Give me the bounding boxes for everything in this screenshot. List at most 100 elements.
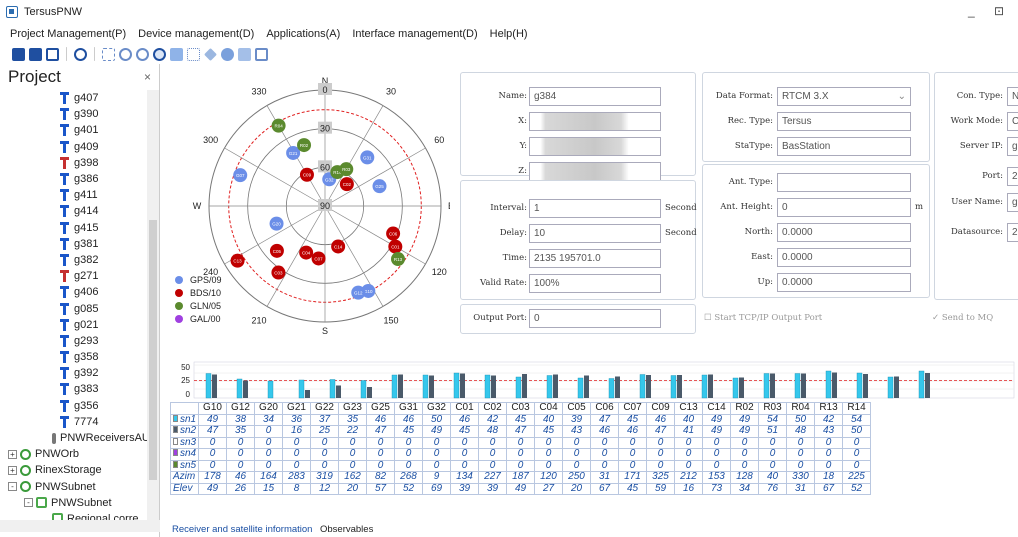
tree-item[interactable]: PNWReceiversAUS bbox=[0, 430, 147, 446]
document-icon[interactable] bbox=[238, 47, 251, 61]
table-cell: 34 bbox=[254, 413, 283, 426]
up-field[interactable]: 0.0000 bbox=[777, 273, 911, 292]
table-cell: 0 bbox=[310, 459, 339, 472]
tree-item[interactable]: g411 bbox=[0, 187, 147, 203]
zoom-out-icon[interactable] bbox=[136, 47, 149, 61]
z-field[interactable] bbox=[529, 162, 661, 181]
output-port-field[interactable]: 0 bbox=[529, 309, 661, 328]
zoom-extent-icon[interactable] bbox=[102, 47, 115, 61]
open-folder-icon[interactable] bbox=[29, 47, 42, 61]
tree-item[interactable]: g390 bbox=[0, 106, 147, 122]
rec-type-field[interactable]: Tersus bbox=[777, 112, 911, 131]
tree-vertical-scrollbar[interactable] bbox=[147, 90, 159, 520]
table-cell: 16 bbox=[674, 482, 703, 495]
tree-item[interactable]: g356 bbox=[0, 398, 147, 414]
pan-icon[interactable] bbox=[187, 47, 200, 61]
circle-icon[interactable] bbox=[221, 47, 234, 61]
title-bar: TersusPNW _ ⊡ bbox=[0, 0, 1018, 24]
work-mode-field[interactable]: C bbox=[1007, 112, 1018, 131]
tree-item[interactable]: Regional corre bbox=[0, 511, 147, 520]
row-name-cell: Elev bbox=[170, 482, 199, 495]
expand-icon[interactable]: + bbox=[8, 449, 17, 459]
menu-help[interactable]: Help(H) bbox=[490, 28, 528, 40]
tree-item[interactable]: g382 bbox=[0, 252, 147, 268]
tree-item[interactable]: g085 bbox=[0, 300, 147, 316]
tree-item[interactable]: g381 bbox=[0, 236, 147, 252]
coordinates-group: Name: g384 X: Y: Z: bbox=[460, 72, 696, 181]
table-cell: 0 bbox=[310, 436, 339, 449]
valid-rate-field[interactable]: 100% bbox=[529, 274, 661, 293]
ant-height-field[interactable]: 0 bbox=[777, 198, 911, 217]
time-field[interactable]: 2135 195701.0 bbox=[529, 249, 661, 268]
snr-bar-sn2 bbox=[925, 373, 930, 398]
table-cell: 31 bbox=[590, 471, 619, 484]
tree-horizontal-scrollbar[interactable] bbox=[0, 520, 160, 532]
tree-item[interactable]: - PNWSubnet bbox=[0, 495, 147, 511]
collapse-icon[interactable]: - bbox=[24, 498, 33, 508]
tree-item[interactable]: g407 bbox=[0, 90, 147, 106]
interval-field[interactable]: 1 bbox=[529, 199, 661, 218]
tree-item[interactable]: + PNWOrb bbox=[0, 446, 147, 462]
grid-icon[interactable] bbox=[170, 47, 183, 61]
collapse-icon[interactable]: - bbox=[8, 482, 17, 492]
tree-item[interactable]: g358 bbox=[0, 349, 147, 365]
tree-item[interactable]: + RinexStorage bbox=[0, 462, 147, 478]
tree-item[interactable]: g271 bbox=[0, 268, 147, 284]
menu-interface[interactable]: Interface management(D) bbox=[352, 28, 477, 40]
server-ip-field[interactable]: g bbox=[1007, 137, 1018, 156]
tree-item[interactable]: g406 bbox=[0, 284, 147, 300]
name-field[interactable]: g384 bbox=[529, 87, 661, 106]
tree-item[interactable]: g414 bbox=[0, 203, 147, 219]
tree-item[interactable]: g392 bbox=[0, 365, 147, 381]
zoom-in-icon[interactable] bbox=[119, 47, 132, 61]
tree-item[interactable]: g409 bbox=[0, 139, 147, 155]
data-format-select[interactable]: RTCM 3.X ⌄ bbox=[777, 87, 911, 106]
tree-item[interactable]: g293 bbox=[0, 333, 147, 349]
scroll-thumb[interactable] bbox=[149, 220, 157, 480]
tcp-output-checkbox[interactable]: ☐ Start TCP/IP Output Port bbox=[704, 313, 822, 323]
north-field[interactable]: 0.0000 bbox=[777, 223, 911, 242]
table-cell: 18 bbox=[814, 471, 843, 484]
port-field[interactable]: 2 bbox=[1007, 167, 1018, 186]
menu-device[interactable]: Device management(D) bbox=[138, 28, 254, 40]
tab-observables[interactable]: Observables bbox=[320, 524, 373, 535]
tree-item[interactable]: g398 bbox=[0, 155, 147, 171]
menu-project[interactable]: Project Management(P) bbox=[10, 28, 126, 40]
satellite-id-label: C09 bbox=[303, 173, 312, 178]
table-cell: 46 bbox=[646, 413, 675, 426]
expand-icon[interactable]: + bbox=[8, 465, 17, 475]
target-icon[interactable] bbox=[74, 47, 87, 61]
datasource-field[interactable]: 2 bbox=[1007, 223, 1018, 242]
table-cell: 22 bbox=[338, 425, 367, 438]
gear-icon bbox=[20, 448, 31, 460]
pencil-icon[interactable] bbox=[204, 47, 217, 61]
sta-type-field[interactable]: BasStation bbox=[777, 137, 911, 156]
tree-item[interactable]: - PNWSubnet bbox=[0, 479, 147, 495]
rec-type-label: Rec. Type: bbox=[727, 116, 773, 126]
snr-bar-sn2 bbox=[460, 373, 465, 398]
delay-field[interactable]: 10 bbox=[529, 224, 661, 243]
user-name-field[interactable]: g bbox=[1007, 193, 1018, 212]
close-icon[interactable]: × bbox=[144, 70, 151, 84]
refresh-icon[interactable] bbox=[153, 47, 166, 61]
ant-type-field[interactable] bbox=[777, 173, 911, 192]
y-field[interactable] bbox=[529, 137, 661, 156]
save-icon[interactable] bbox=[46, 47, 59, 61]
tree-item[interactable]: g415 bbox=[0, 220, 147, 236]
tree-item[interactable]: g386 bbox=[0, 171, 147, 187]
window-controls[interactable]: _ ⊡ bbox=[968, 4, 1012, 18]
menu-applications[interactable]: Applications(A) bbox=[266, 28, 340, 40]
snr-bar-sn2 bbox=[801, 373, 806, 398]
x-field[interactable] bbox=[529, 112, 661, 131]
east-field[interactable]: 0.0000 bbox=[777, 248, 911, 267]
con-type-field[interactable]: N bbox=[1007, 87, 1018, 106]
tree-item[interactable]: g383 bbox=[0, 381, 147, 397]
send-mq-checkbox[interactable]: ✓ Send to MQ bbox=[932, 313, 993, 323]
new-file-icon[interactable] bbox=[12, 47, 25, 61]
tree-item[interactable]: g021 bbox=[0, 317, 147, 333]
tab-receiver-info[interactable]: Receiver and satellite information bbox=[172, 524, 312, 535]
tree-item[interactable]: g401 bbox=[0, 122, 147, 138]
table-cell: 76 bbox=[758, 482, 787, 495]
tree-item[interactable]: 7774 bbox=[0, 414, 147, 430]
window-icon[interactable] bbox=[255, 47, 268, 61]
